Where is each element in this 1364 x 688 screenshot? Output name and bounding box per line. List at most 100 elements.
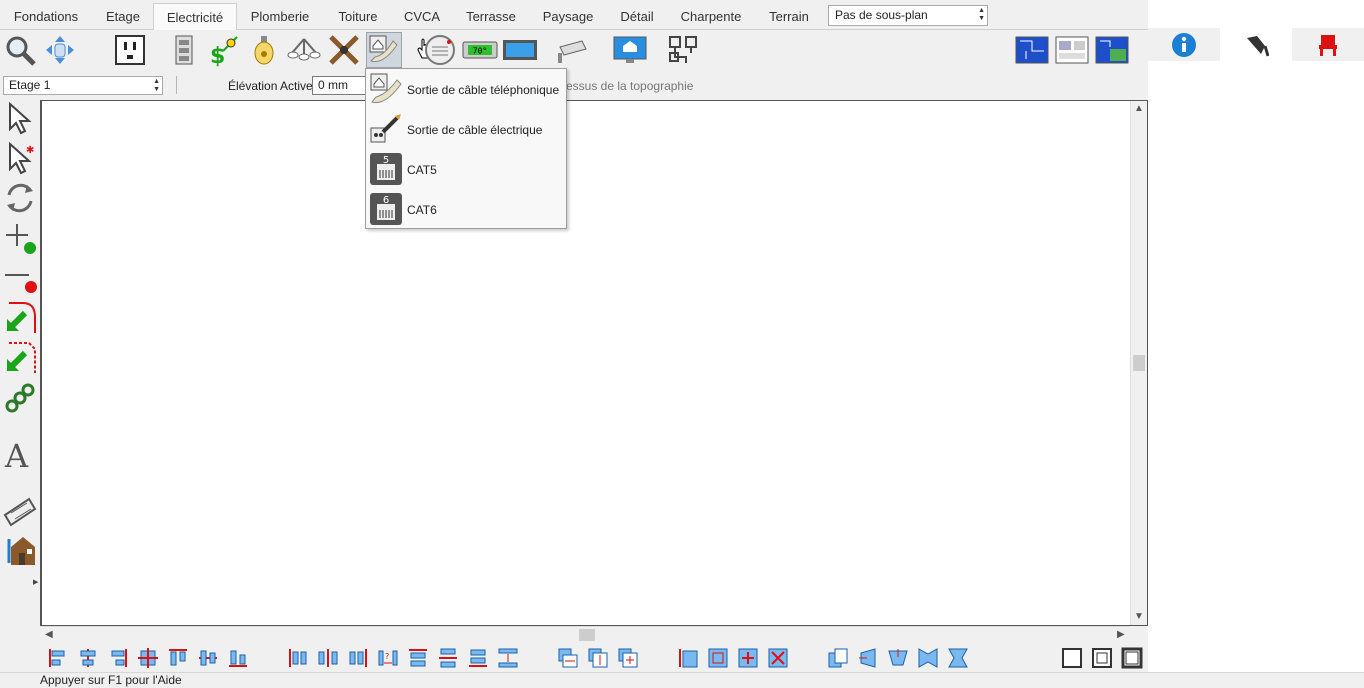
menu-item-cable-outlet[interactable]: Sortie de câble électrique [366, 109, 566, 149]
pen-tab[interactable] [1220, 28, 1292, 61]
stretch-vertical-icon[interactable] [677, 647, 699, 669]
scroll-right-icon[interactable]: ▶ [1117, 629, 1125, 640]
resize-both-icon[interactable] [617, 647, 639, 669]
menu-item-cat6[interactable]: 6 CAT6 [366, 189, 566, 229]
align-center-v-icon[interactable] [77, 647, 99, 669]
taper-top-icon[interactable] [887, 647, 909, 669]
distribute-v-bottom-icon[interactable] [467, 647, 489, 669]
subplan-value: Pas de sous-plan [835, 8, 928, 22]
tab-terrain[interactable]: Terrain [762, 6, 816, 30]
wiring-button[interactable] [666, 32, 702, 68]
tab-toiture[interactable]: Toiture [330, 6, 386, 30]
rotate-tool[interactable] [2, 180, 38, 216]
tab-electricite[interactable]: Electricité [153, 3, 237, 31]
tab-cvca[interactable]: CVCA [400, 6, 444, 30]
copy-shape-icon[interactable] [827, 647, 849, 669]
text-tool-dropdown-icon[interactable]: ▶ [33, 578, 38, 586]
align-right-icon[interactable] [107, 647, 129, 669]
light-button[interactable] [246, 32, 282, 68]
level-select[interactable]: Etage 1 ▲ ▼ [3, 76, 163, 95]
horizontal-scroll-thumb[interactable] [579, 629, 595, 641]
frame-plain-icon[interactable] [1061, 647, 1083, 669]
expand-icon[interactable] [737, 647, 759, 669]
remove-point-tool[interactable] [2, 260, 38, 296]
distribute-v-center-icon[interactable] [437, 647, 459, 669]
house-view-tool[interactable] [2, 532, 38, 568]
drawing-canvas[interactable] [40, 100, 1148, 626]
tv-button[interactable] [502, 32, 538, 68]
home-automation-button[interactable] [612, 32, 648, 68]
fillet-tool[interactable] [2, 300, 38, 336]
zoom-button[interactable] [2, 32, 38, 68]
horizontal-scrollbar[interactable]: ◀ ▶ [41, 626, 1130, 643]
resize-height-icon[interactable] [587, 647, 609, 669]
vertical-scroll-thumb[interactable] [1133, 355, 1145, 371]
distribute-h-space-icon[interactable]: ? [377, 647, 399, 669]
camera-button[interactable] [556, 32, 592, 68]
tab-charpente[interactable]: Charpente [676, 6, 746, 30]
distribute-v-space-icon[interactable] [497, 647, 519, 669]
camera-tool[interactable] [2, 492, 38, 528]
distribute-h-left-icon[interactable] [287, 647, 309, 669]
shrink-icon[interactable] [767, 647, 789, 669]
plan-view-button[interactable] [1014, 32, 1050, 68]
add-point-tool[interactable] [2, 220, 38, 256]
green-arrow-chamfer-icon [7, 342, 36, 373]
thermostat-button[interactable]: 70° [462, 32, 498, 68]
tab-paysage[interactable]: Paysage [538, 6, 598, 30]
connection-button[interactable]: $ [206, 32, 242, 68]
chandelier-button[interactable] [286, 32, 322, 68]
scroll-down-icon[interactable]: ▼ [1134, 611, 1144, 622]
layout-view-button[interactable] [1054, 32, 1090, 68]
chandelier-icon [287, 38, 321, 61]
align-center-icon[interactable] [137, 647, 159, 669]
menu-item-phone-outlet[interactable]: Sortie de câble téléphonique [366, 69, 566, 109]
align-top-icon[interactable] [167, 647, 189, 669]
frame-border-icon[interactable] [1121, 647, 1143, 669]
phone-outlet-button[interactable] [366, 32, 402, 68]
taper-left-icon[interactable] [857, 647, 879, 669]
vertical-scrollbar[interactable]: ▲ ▼ [1130, 101, 1147, 625]
text-tool[interactable]: A [2, 436, 38, 472]
furniture-tab[interactable] [1292, 28, 1364, 61]
frame-content-icon[interactable] [1091, 647, 1113, 669]
outlet-button[interactable] [112, 32, 148, 68]
scroll-up-icon[interactable]: ▲ [1134, 103, 1144, 114]
text-a-icon: A [4, 437, 29, 471]
select-tool[interactable] [2, 100, 38, 136]
elevation-input[interactable]: 0 mm [312, 76, 372, 95]
distribute-v-top-icon[interactable] [407, 647, 429, 669]
view-3d-button[interactable] [1094, 32, 1130, 68]
select-special-tool[interactable]: ✱ [2, 140, 38, 176]
fit-to-frame-icon[interactable] [707, 647, 729, 669]
smoke-detector-button[interactable] [422, 32, 458, 68]
right-panel [1148, 0, 1364, 688]
distribute-h-center-icon[interactable] [317, 647, 339, 669]
tab-detail[interactable]: Détail [614, 6, 660, 30]
distribute-h-right-icon[interactable] [347, 647, 369, 669]
join-tool[interactable] [2, 380, 38, 416]
align-bottom-icon[interactable] [227, 647, 249, 669]
fan-button[interactable] [326, 32, 362, 68]
chamfer-tool[interactable] [2, 340, 38, 376]
info-tab[interactable] [1148, 28, 1220, 61]
taper-horizontal-icon[interactable] [917, 647, 939, 669]
svg-text:✱: ✱ [26, 145, 34, 156]
tab-fondations[interactable]: Fondations [6, 6, 86, 30]
spin-arrows-icon: ▲ ▼ [978, 7, 985, 22]
taper-vertical-icon[interactable] [947, 647, 969, 669]
outlet-dropdown-menu: Sortie de câble téléphonique Sortie de c… [365, 68, 567, 229]
pan-button[interactable] [42, 32, 78, 68]
align-middle-icon[interactable] [197, 647, 219, 669]
spin-arrows-icon: ▲ ▼ [153, 78, 160, 93]
panel-button[interactable] [166, 32, 202, 68]
menu-item-cat5[interactable]: 5 CAT5 [366, 149, 566, 189]
tab-terrasse[interactable]: Terrasse [460, 6, 522, 30]
scroll-left-icon[interactable]: ◀ [45, 629, 53, 640]
resize-width-icon[interactable] [557, 647, 579, 669]
tab-etage[interactable]: Etage [96, 6, 150, 30]
subplan-select[interactable]: Pas de sous-plan ▲ ▼ [828, 5, 988, 26]
menu-item-label: CAT5 [407, 163, 437, 177]
tab-plomberie[interactable]: Plomberie [244, 6, 316, 30]
align-left-icon[interactable] [47, 647, 69, 669]
